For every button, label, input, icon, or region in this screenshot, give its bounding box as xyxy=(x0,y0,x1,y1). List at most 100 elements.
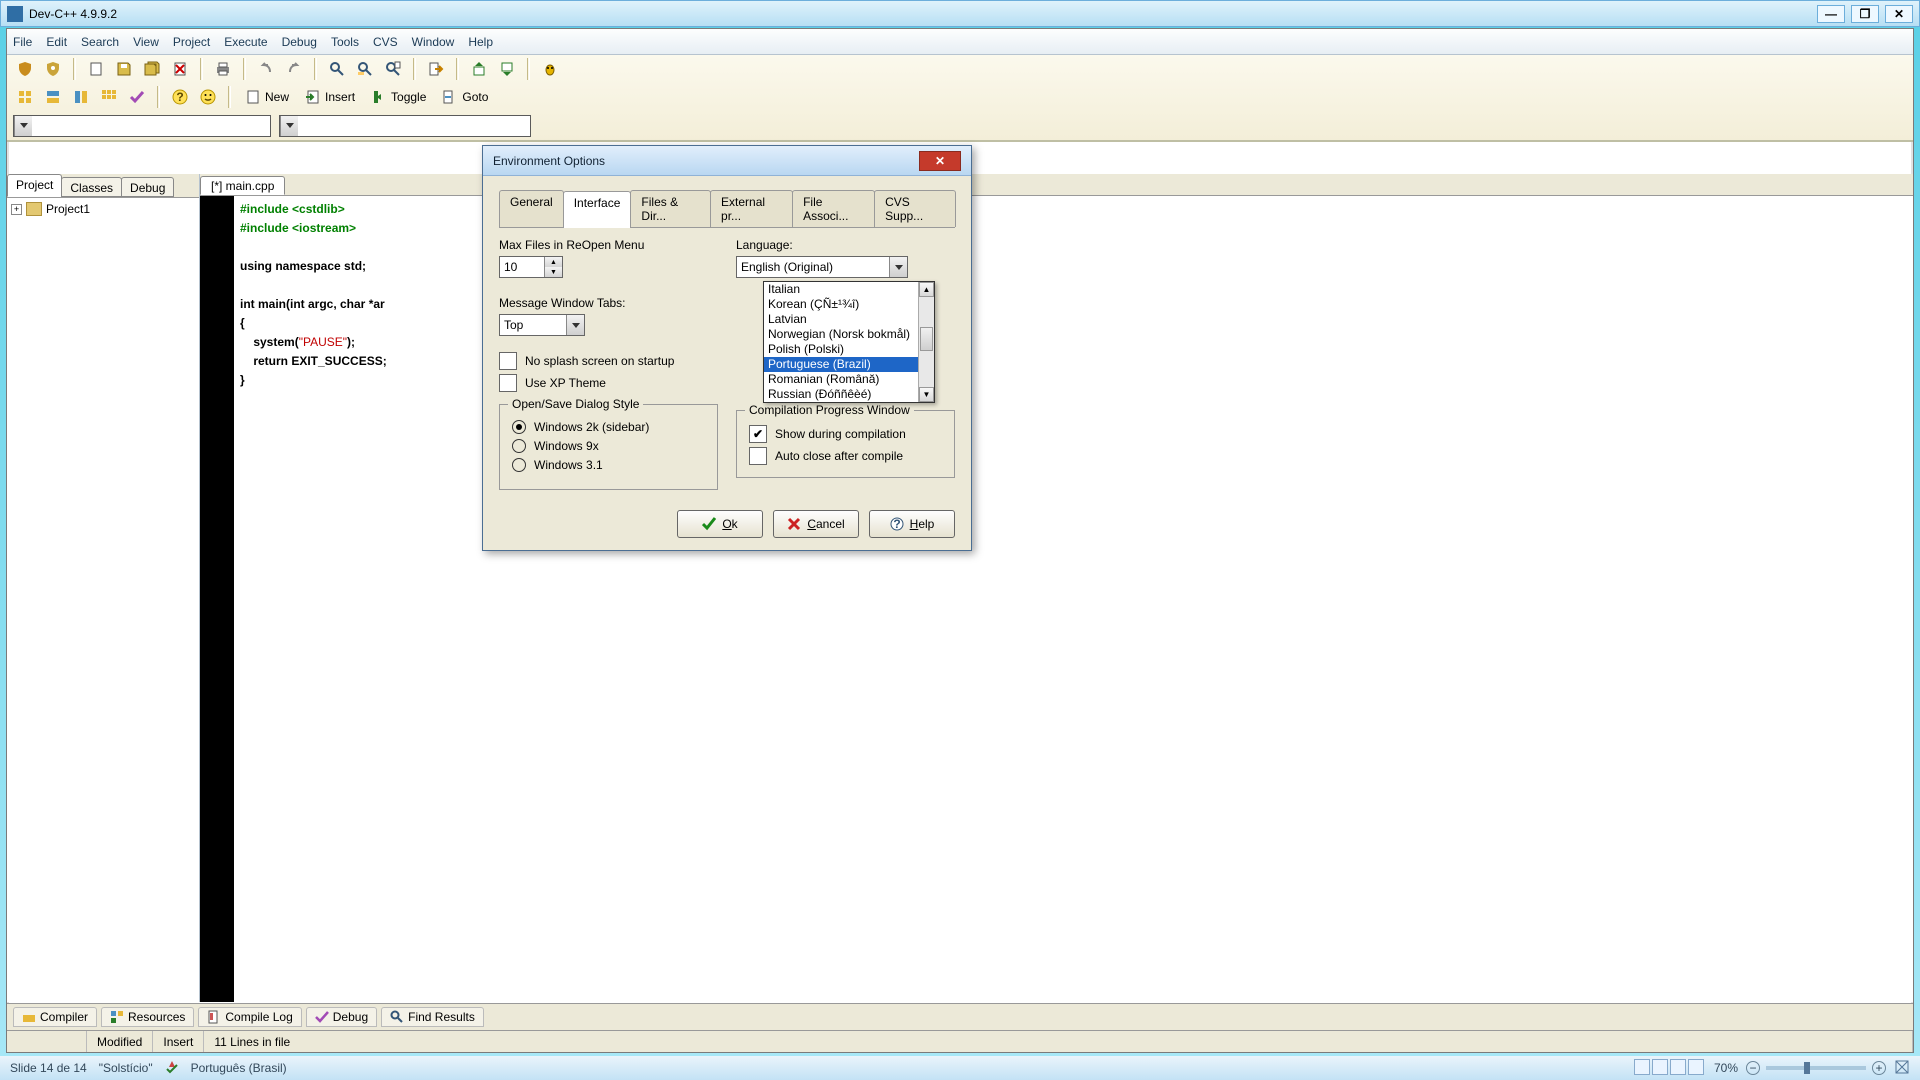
dialog-tab-external[interactable]: External pr... xyxy=(710,190,793,227)
zoom-out-button[interactable]: − xyxy=(1746,1061,1760,1075)
list-item[interactable]: Italian xyxy=(764,282,934,297)
radio-win9x[interactable] xyxy=(512,439,526,453)
function-combo[interactable] xyxy=(279,115,531,137)
pp-spellcheck-icon[interactable] xyxy=(165,1060,179,1077)
menu-window[interactable]: Window xyxy=(412,35,455,49)
tb-grid3-icon[interactable] xyxy=(69,86,93,108)
tb-new-button[interactable]: New xyxy=(239,86,295,108)
scroll-thumb[interactable] xyxy=(920,327,933,351)
bottom-tab-compiler[interactable]: Compiler xyxy=(13,1007,97,1027)
zoom-slider[interactable] xyxy=(1766,1066,1866,1070)
pp-view-buttons[interactable] xyxy=(1634,1059,1706,1078)
msg-tabs-dropdown[interactable]: Top xyxy=(499,314,585,336)
menu-help[interactable]: Help xyxy=(468,35,493,49)
bottom-tab-resources[interactable]: Resources xyxy=(101,1007,194,1027)
list-item[interactable]: Latvian xyxy=(764,312,934,327)
list-item[interactable]: Polish (Polski) xyxy=(764,342,934,357)
dialog-tab-fileassoc[interactable]: File Associ... xyxy=(792,190,875,227)
list-item-selected[interactable]: Portuguese (Brazil) xyxy=(764,357,934,372)
code-text[interactable]: #include <cstdlib> #include <iostream> u… xyxy=(234,196,393,1002)
left-tab-debug[interactable]: Debug xyxy=(121,177,174,197)
maximize-button[interactable]: ❐ xyxy=(1851,5,1879,23)
menu-execute[interactable]: Execute xyxy=(224,35,267,49)
tb-findinfiles-icon[interactable] xyxy=(381,58,405,80)
menu-debug[interactable]: Debug xyxy=(282,35,317,49)
scroll-up-icon[interactable]: ▲ xyxy=(919,282,934,297)
pp-language[interactable]: Português (Brasil) xyxy=(191,1061,287,1075)
fit-to-window-icon[interactable] xyxy=(1894,1059,1910,1078)
list-item[interactable]: Korean (ÇÑ±¹¾î) xyxy=(764,297,934,312)
max-files-input[interactable] xyxy=(500,257,544,277)
tb-shield-icon[interactable] xyxy=(13,58,37,80)
tb-save-icon[interactable] xyxy=(112,58,136,80)
menu-cvs[interactable]: CVS xyxy=(373,35,398,49)
help-button[interactable]: ?Help xyxy=(869,510,955,538)
splash-checkbox[interactable] xyxy=(499,352,517,370)
dialog-tab-files[interactable]: Files & Dir... xyxy=(630,190,711,227)
project-root-label[interactable]: Project1 xyxy=(46,202,90,216)
spinner-up-icon[interactable]: ▲ xyxy=(544,257,562,267)
listbox-scrollbar[interactable]: ▲ ▼ xyxy=(918,282,934,402)
dialog-tab-general[interactable]: General xyxy=(499,190,564,227)
max-files-spinner[interactable]: ▲▼ xyxy=(499,256,563,278)
spinner-down-icon[interactable]: ▼ xyxy=(544,267,562,277)
menu-tools[interactable]: Tools xyxy=(331,35,359,49)
tb-toggle-button[interactable]: Toggle xyxy=(365,86,432,108)
bottom-tab-findresults[interactable]: Find Results xyxy=(381,1007,484,1027)
menu-project[interactable]: Project xyxy=(173,35,210,49)
chevron-down-icon[interactable] xyxy=(889,257,907,277)
xp-theme-checkbox[interactable] xyxy=(499,374,517,392)
menu-edit[interactable]: Edit xyxy=(46,35,67,49)
tb-help-icon[interactable]: ? xyxy=(168,86,192,108)
class-combo[interactable] xyxy=(13,115,271,137)
language-dropdown-list[interactable]: Italian Korean (ÇÑ±¹¾î) Latvian Norwegia… xyxy=(763,281,935,403)
tb-insert-button[interactable]: Insert xyxy=(299,86,361,108)
tb-print-icon[interactable] xyxy=(211,58,235,80)
tb-grid1-icon[interactable] xyxy=(13,86,37,108)
tb-run-icon[interactable] xyxy=(495,58,519,80)
tb-about-icon[interactable] xyxy=(196,86,220,108)
tb-find-icon[interactable] xyxy=(325,58,349,80)
dialog-tab-cvs[interactable]: CVS Supp... xyxy=(874,190,956,227)
tb-undo-icon[interactable] xyxy=(254,58,278,80)
close-button[interactable]: ✕ xyxy=(1885,5,1913,23)
language-dropdown[interactable]: English (Original) xyxy=(736,256,908,278)
tb-new-icon[interactable] xyxy=(84,58,108,80)
list-item[interactable]: Russian (Đóññêèé) xyxy=(764,387,934,402)
radio-win31[interactable] xyxy=(512,458,526,472)
tb-gotoline-icon[interactable] xyxy=(424,58,448,80)
radio-win2k[interactable] xyxy=(512,420,526,434)
menu-search[interactable]: Search xyxy=(81,35,119,49)
tb-close-icon[interactable] xyxy=(168,58,192,80)
zoom-in-button[interactable]: + xyxy=(1872,1061,1886,1075)
tb-redo-icon[interactable] xyxy=(282,58,306,80)
tb-shield2-icon[interactable] xyxy=(41,58,65,80)
dialog-close-button[interactable]: ✕ xyxy=(919,151,961,171)
tb-saveall-icon[interactable] xyxy=(140,58,164,80)
scroll-down-icon[interactable]: ▼ xyxy=(919,387,934,402)
tb-compile-icon[interactable] xyxy=(467,58,491,80)
bottom-tab-debug[interactable]: Debug xyxy=(306,1007,377,1027)
ok-button[interactable]: Ok xyxy=(677,510,763,538)
tb-check-icon[interactable] xyxy=(125,86,149,108)
project-tree[interactable]: + Project1 xyxy=(7,198,199,1002)
menu-view[interactable]: View xyxy=(133,35,159,49)
tb-goto-button[interactable]: Goto xyxy=(436,86,494,108)
list-item[interactable]: Norwegian (Norsk bokmål) xyxy=(764,327,934,342)
left-tab-project[interactable]: Project xyxy=(7,174,62,197)
tree-expand-icon[interactable]: + xyxy=(11,204,22,215)
bottom-tab-compilelog[interactable]: Compile Log xyxy=(198,1007,301,1027)
compwin-show-checkbox[interactable]: ✔ xyxy=(749,425,767,443)
list-item[interactable]: Romanian (Română) xyxy=(764,372,934,387)
cancel-button[interactable]: Cancel xyxy=(773,510,859,538)
menu-file[interactable]: File xyxy=(13,35,32,49)
dialog-tab-interface[interactable]: Interface xyxy=(563,191,632,228)
editor-tab-main[interactable]: [*] main.cpp xyxy=(200,176,285,195)
tb-replace-icon[interactable] xyxy=(353,58,377,80)
tb-debug-icon[interactable] xyxy=(538,58,562,80)
minimize-button[interactable]: — xyxy=(1817,5,1845,23)
left-tab-classes[interactable]: Classes xyxy=(61,177,122,197)
tb-grid2-icon[interactable] xyxy=(41,86,65,108)
tb-grid4-icon[interactable] xyxy=(97,86,121,108)
chevron-down-icon[interactable] xyxy=(566,315,584,335)
